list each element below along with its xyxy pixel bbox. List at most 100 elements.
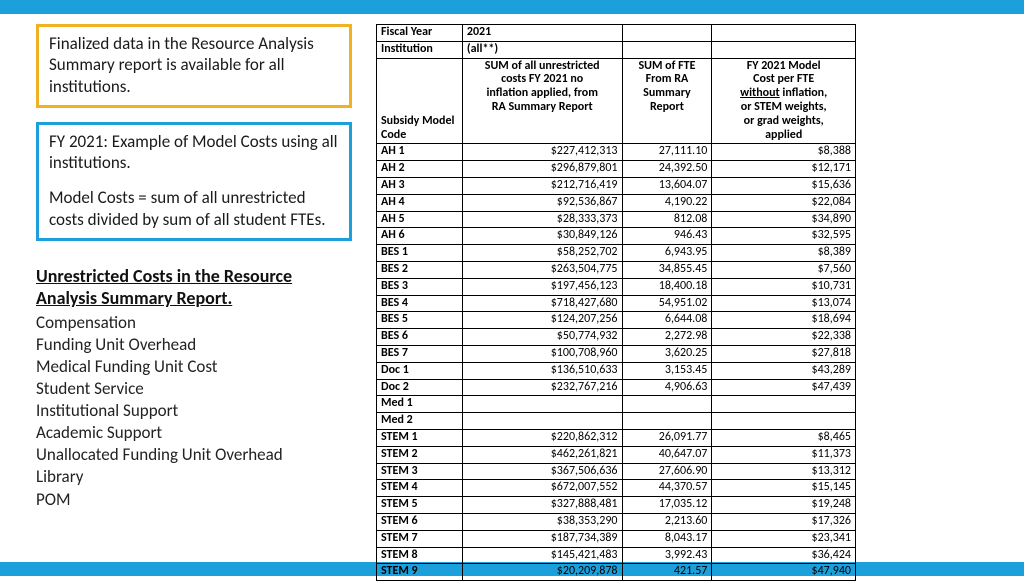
cell-model: $8,388 xyxy=(712,144,856,161)
cell-fte: 8,043.17 xyxy=(622,530,712,547)
cell-fte: 17,035.12 xyxy=(622,497,712,514)
cell-fte: 27,606.90 xyxy=(622,463,712,480)
cell-fte: 34,855.45 xyxy=(622,261,712,278)
table-row: AH 3$212,716,41913,604.07$15,636 xyxy=(377,177,856,194)
cell-fte: 2,213.60 xyxy=(622,513,712,530)
list-item: Student Service xyxy=(36,378,352,400)
cell-cost: $124,207,256 xyxy=(462,312,622,329)
cell-code: Med 1 xyxy=(377,396,463,413)
callout-text: Finalized data in the Resource Analysis … xyxy=(49,33,314,97)
unrestricted-costs-heading: Unrestricted Costs in the Resource Analy… xyxy=(36,265,352,310)
cell-fte: 2,272.98 xyxy=(622,329,712,346)
cell-fte: 26,091.77 xyxy=(622,429,712,446)
cell-fte: 27,111.10 xyxy=(622,144,712,161)
cell-code: BES 6 xyxy=(377,329,463,346)
right-column: Fiscal Year 2021 Institution (all**) Sub… xyxy=(376,24,1006,562)
table-row: BES 3$197,456,12318,400.18$10,731 xyxy=(377,278,856,295)
table-row: STEM 4$672,007,55244,370.57$15,145 xyxy=(377,480,856,497)
cell-code: BES 1 xyxy=(377,245,463,262)
cell-code: Med 2 xyxy=(377,413,463,430)
cell-fte: 4,190.22 xyxy=(622,194,712,211)
cell-fte: 13,604.07 xyxy=(622,177,712,194)
list-item: Funding Unit Overhead xyxy=(36,334,352,356)
institution-label: Institution xyxy=(377,41,463,58)
cell-code: BES 5 xyxy=(377,312,463,329)
cell-code: Doc 1 xyxy=(377,362,463,379)
table-row: STEM 2$462,261,82140,647.07$11,373 xyxy=(377,446,856,463)
cell-fte: 18,400.18 xyxy=(622,278,712,295)
cell-cost: $30,849,126 xyxy=(462,228,622,245)
blank-cell xyxy=(622,25,712,42)
cell-cost: $58,252,702 xyxy=(462,245,622,262)
model-cost-table: Fiscal Year 2021 Institution (all**) Sub… xyxy=(376,24,856,581)
list-item: Medical Funding Unit Cost xyxy=(36,356,352,378)
cell-model: $34,890 xyxy=(712,211,856,228)
table-row: BES 1$58,252,7026,943.95$8,389 xyxy=(377,245,856,262)
cell-fte: 44,370.57 xyxy=(622,480,712,497)
cell-code: STEM 3 xyxy=(377,463,463,480)
cell-model: $8,465 xyxy=(712,429,856,446)
list-item: POM xyxy=(36,489,352,511)
table-row: Doc 2$232,767,2164,906.63$47,439 xyxy=(377,379,856,396)
table-row: Doc 1$136,510,6333,153.45$43,289 xyxy=(377,362,856,379)
cell-model: $32,595 xyxy=(712,228,856,245)
table-row: STEM 6$38,353,2902,213.60$17,326 xyxy=(377,513,856,530)
cell-model: $22,084 xyxy=(712,194,856,211)
cell-cost: $220,862,312 xyxy=(462,429,622,446)
cell-model: $13,074 xyxy=(712,295,856,312)
cell-model: $23,341 xyxy=(712,530,856,547)
table-row: BES 6$50,774,9322,272.98$22,338 xyxy=(377,329,856,346)
left-column: Finalized data in the Resource Analysis … xyxy=(36,24,376,562)
cell-model: $27,818 xyxy=(712,345,856,362)
header-fte: SUM of FTE From RA Summary Report xyxy=(622,58,712,144)
table-row: STEM 7$187,734,3898,043.17$23,341 xyxy=(377,530,856,547)
slide-content: Finalized data in the Resource Analysis … xyxy=(0,14,1024,562)
cell-model: $36,424 xyxy=(712,547,856,564)
table-row: BES 4$718,427,68054,951.02$13,074 xyxy=(377,295,856,312)
blank-cell xyxy=(712,25,856,42)
cell-code: BES 7 xyxy=(377,345,463,362)
cell-cost: $227,412,313 xyxy=(462,144,622,161)
cell-cost: $462,261,821 xyxy=(462,446,622,463)
cell-code: STEM 6 xyxy=(377,513,463,530)
cell-cost: $718,427,680 xyxy=(462,295,622,312)
cell-cost: $100,708,960 xyxy=(462,345,622,362)
cell-cost: $20,209,878 xyxy=(462,564,622,581)
table-row: STEM 9$20,209,878421.57$47,940 xyxy=(377,564,856,581)
cell-fte: 6,943.95 xyxy=(622,245,712,262)
table-row-fy: Fiscal Year 2021 xyxy=(377,25,856,42)
cell-model: $17,326 xyxy=(712,513,856,530)
cell-model: $12,171 xyxy=(712,161,856,178)
cell-code: AH 6 xyxy=(377,228,463,245)
table-row: BES 7$100,708,9603,620.25$27,818 xyxy=(377,345,856,362)
institution-value: (all**) xyxy=(462,41,622,58)
cell-code: AH 5 xyxy=(377,211,463,228)
header-model: FY 2021 Model Cost per FTE without infla… xyxy=(712,58,856,144)
list-item: Academic Support xyxy=(36,422,352,444)
list-item: Compensation xyxy=(36,312,352,334)
example-text-2: Model Costs = sum of all unrestricted co… xyxy=(49,187,339,230)
table-row: STEM 5$327,888,48117,035.12$19,248 xyxy=(377,497,856,514)
cell-code: STEM 1 xyxy=(377,429,463,446)
cell-code: AH 4 xyxy=(377,194,463,211)
cell-fte: 946.43 xyxy=(622,228,712,245)
cell-code: Doc 2 xyxy=(377,379,463,396)
table-row: BES 5$124,207,2566,644.08$18,694 xyxy=(377,312,856,329)
cell-model: $11,373 xyxy=(712,446,856,463)
cell-cost xyxy=(462,396,622,413)
cell-model: $22,338 xyxy=(712,329,856,346)
cell-cost: $232,767,216 xyxy=(462,379,622,396)
cell-fte: 812.08 xyxy=(622,211,712,228)
cell-model: $19,248 xyxy=(712,497,856,514)
cell-cost: $136,510,633 xyxy=(462,362,622,379)
table-header-row: Subsidy Model Code SUM of all unrestrict… xyxy=(377,58,856,144)
table-row: Med 1 xyxy=(377,396,856,413)
cell-model: $43,289 xyxy=(712,362,856,379)
cell-fte: 4,906.63 xyxy=(622,379,712,396)
cell-code: STEM 2 xyxy=(377,446,463,463)
cell-cost: $212,716,419 xyxy=(462,177,622,194)
table-row: AH 6$30,849,126946.43$32,595 xyxy=(377,228,856,245)
cell-code: AH 2 xyxy=(377,161,463,178)
cell-cost: $187,734,389 xyxy=(462,530,622,547)
table-row: AH 2$296,879,80124,392.50$12,171 xyxy=(377,161,856,178)
